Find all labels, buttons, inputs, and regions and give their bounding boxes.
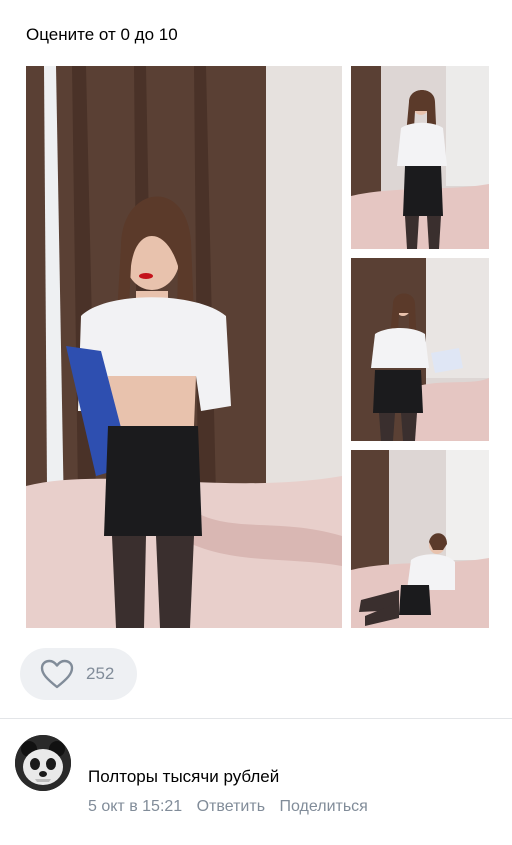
like-button[interactable]: 252 (20, 648, 137, 700)
panda-avatar-image (15, 735, 71, 791)
post-text: Оцените от 0 до 10 (26, 25, 178, 44)
photo-thumbnail-2-image (351, 258, 489, 441)
reply-link[interactable]: Ответить (197, 798, 265, 815)
comment-text: Полторы тысячи рублей (88, 767, 280, 786)
comment-meta: 5 окт в 15:21 Ответить Поделиться (88, 797, 368, 817)
photo-main-image (26, 66, 342, 628)
photo-main[interactable] (26, 66, 342, 628)
heart-icon (40, 659, 74, 689)
post-page: Оцените от 0 до 10 252 Полторы тысячи ру… (0, 0, 512, 845)
photo-thumbnail-2[interactable] (351, 258, 489, 441)
comments-divider (0, 718, 512, 719)
commenter-avatar[interactable] (15, 735, 71, 791)
comment-date[interactable]: 5 окт в 15:21 (88, 798, 182, 815)
photo-thumbnail-1-image (351, 66, 489, 249)
photo-thumbnail-3[interactable] (351, 450, 489, 628)
share-link[interactable]: Поделиться (279, 798, 367, 815)
photo-thumbnail-3-image (351, 450, 489, 628)
like-count: 252 (86, 664, 115, 683)
photo-thumbnail-1[interactable] (351, 66, 489, 249)
